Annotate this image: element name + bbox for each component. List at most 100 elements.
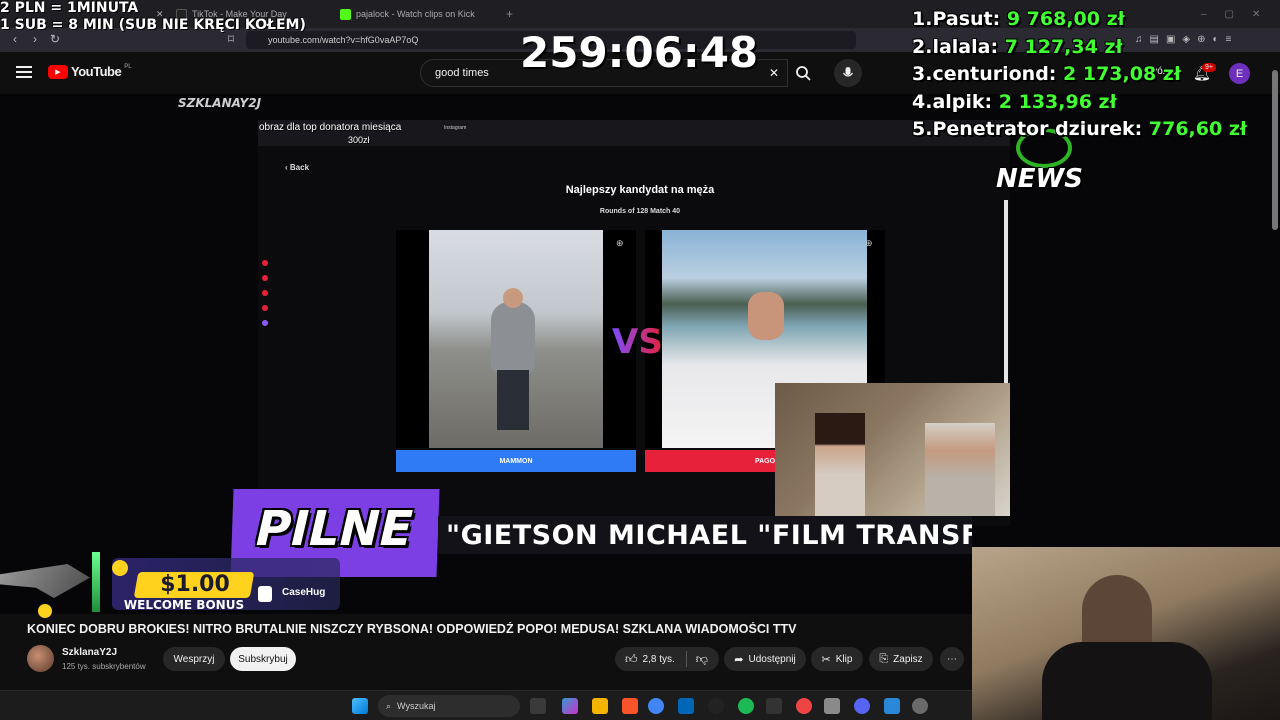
app-icon[interactable]: [796, 698, 812, 714]
leaderboard-row: 5.Penetrator dziurek: 776,60 zł: [912, 118, 1247, 140]
bookmark-icon[interactable]: ⌑: [224, 32, 238, 46]
channel-watermark: SZKLANAY2J: [178, 96, 262, 110]
obs-icon[interactable]: [708, 698, 724, 714]
casino-ad: $1.00 WELCOME BONUS CaseHug: [0, 552, 340, 618]
search-icon: ⌕: [386, 700, 392, 711]
knife-icon: [92, 552, 100, 612]
clip-button[interactable]: ✂ Klip: [811, 647, 863, 671]
coin-icon: [112, 560, 128, 576]
app-icon[interactable]: [884, 698, 900, 714]
vs-label: VS: [612, 322, 663, 362]
back-icon[interactable]: ‹: [8, 32, 22, 46]
rule-line-1: 2 PLN = 1MINUTA: [0, 0, 139, 16]
news-ticker: "GIETSON MICHAEL "FILM TRANSFORMERS JEST…: [438, 516, 972, 554]
subscribe-button[interactable]: Subskrybuj: [230, 647, 296, 671]
leaderboard-row: 4.alpik: 2 133,96 zł: [912, 90, 1117, 113]
copilot-icon[interactable]: [562, 698, 578, 714]
support-button[interactable]: Wesprzyj: [163, 647, 225, 671]
webcam-guests: [775, 383, 1010, 516]
forward-icon[interactable]: ›: [28, 32, 42, 46]
vote-left-label: MAMMON: [499, 457, 533, 465]
clip-label: Klip: [835, 653, 853, 665]
zoom-icon[interactable]: ⊕: [616, 238, 624, 249]
vote-left-button[interactable]: MAMMON: [396, 450, 636, 472]
casino-label: WELCOME BONUS: [123, 598, 245, 612]
donation-rules: 2 PLN = 1MINUTA 1 SUB = 8 MIN (SUB NIE K…: [0, 0, 306, 34]
person-figure: [491, 302, 535, 372]
vote-right-label: PAGO: [754, 457, 776, 465]
channel-name[interactable]: SzklanaY2J: [62, 647, 117, 658]
rule-line-2: 1 SUB = 8 MIN (SUB NIE KRĘCI KOŁEM): [0, 17, 306, 33]
page-heading: Najlepszy kandydat na męża: [565, 184, 715, 196]
share-icon: ➦: [734, 653, 744, 666]
youtube-logo[interactable]: ▶ YouTube PL: [48, 64, 132, 79]
page-scrollbar[interactable]: [1272, 70, 1278, 230]
file-explorer-icon[interactable]: [592, 698, 608, 714]
microphone-icon: [842, 67, 854, 77]
leaderboard-row: 1.Pasut: 9 768,00 zł: [912, 8, 1125, 30]
casehug-logo-icon: [258, 586, 272, 602]
channel-avatar[interactable]: [27, 645, 54, 672]
search-value: good times: [435, 67, 489, 79]
person-figure: [815, 413, 865, 516]
task-view-icon[interactable]: [530, 698, 546, 714]
menu-icon[interactable]: [16, 66, 32, 78]
new-tab-icon[interactable]: +: [500, 4, 519, 24]
save-label: Zapisz: [893, 653, 923, 665]
pilne-label: PILNE: [255, 501, 414, 557]
news-label: NEWS: [996, 164, 1083, 194]
app-icon[interactable]: [766, 698, 782, 714]
share-button[interactable]: ➦ Udostępnij: [724, 647, 806, 671]
clear-search-icon[interactable]: ✕: [769, 66, 779, 80]
coin-icon: [38, 604, 52, 618]
subathon-timer: 259:06:48: [520, 28, 759, 77]
reload-icon[interactable]: ↻: [48, 32, 62, 46]
more-icon: ⋯: [947, 653, 957, 665]
spotify-icon[interactable]: [738, 698, 754, 714]
back-label: Back: [289, 163, 310, 172]
gun-icon: [0, 564, 90, 598]
store-icon[interactable]: [678, 698, 694, 714]
windows-start-icon[interactable]: [352, 698, 368, 714]
search-icon: [796, 66, 811, 81]
leaderboard-row: 3.centuriond: 2 173,08 zł: [912, 63, 1181, 85]
logo-region: PL: [124, 64, 132, 70]
like-icon[interactable]: 👍︎: [625, 652, 638, 667]
windows-taskbar: ⌕ Wyszukaj: [0, 690, 972, 720]
more-actions-button[interactable]: ⋯: [940, 647, 964, 671]
video-title: KONIEC DOBRU BROKIES! NITRO BRUTALNIE NI…: [27, 622, 797, 636]
voice-search-button[interactable]: [834, 59, 862, 87]
tab-label: pajalock - Watch clips on Kick: [356, 9, 475, 19]
url-text: youtube.com/watch?v=hfG0vaAP7oQ: [268, 35, 419, 45]
brave-icon[interactable]: [622, 698, 638, 714]
scissors-icon: ✂: [821, 653, 831, 666]
donator-amount: 300zł: [348, 135, 370, 145]
settings-icon[interactable]: [912, 698, 928, 714]
back-button[interactable]: ‹ Back: [285, 163, 309, 172]
candidate-photo-left: [429, 230, 603, 448]
tab-kick[interactable]: pajalock - Watch clips on Kick: [334, 4, 499, 24]
person-figure: [925, 423, 995, 516]
person-body: [1042, 642, 1212, 720]
captured-scrollbar: [1004, 200, 1008, 383]
search-button[interactable]: [788, 59, 818, 87]
chrome-icon[interactable]: [648, 698, 664, 714]
subscribe-label: Subskrybuj: [238, 653, 288, 665]
dislike-icon[interactable]: 👎︎: [696, 652, 708, 667]
donator-note: obraz dla top donatora miesiąca: [259, 122, 402, 133]
save-button[interactable]: ⎘ Zapisz: [869, 647, 933, 671]
support-label: Wesprzyj: [173, 653, 215, 665]
casino-amount: $1.00: [160, 572, 230, 597]
like-count: 2,8 tys.: [642, 653, 675, 665]
taskbar-search[interactable]: ⌕ Wyszukaj: [378, 695, 520, 717]
leaderboard-row: 2.lalala: 7 127,34 zł: [912, 35, 1123, 58]
discord-icon[interactable]: [854, 698, 870, 714]
app-icon[interactable]: [824, 698, 840, 714]
round-info: Rounds of 128 Match 40: [599, 208, 681, 215]
like-dislike-group: 👍︎ 2,8 tys. 👎︎: [615, 647, 719, 671]
subscriber-count: 125 tys. subskrybentów: [62, 662, 146, 671]
choice-card-left[interactable]: ⊕: [396, 230, 636, 448]
share-label: Udostępnij: [748, 653, 796, 665]
zoom-icon[interactable]: ⊕: [865, 238, 873, 249]
captured-side-icons: [262, 260, 272, 390]
